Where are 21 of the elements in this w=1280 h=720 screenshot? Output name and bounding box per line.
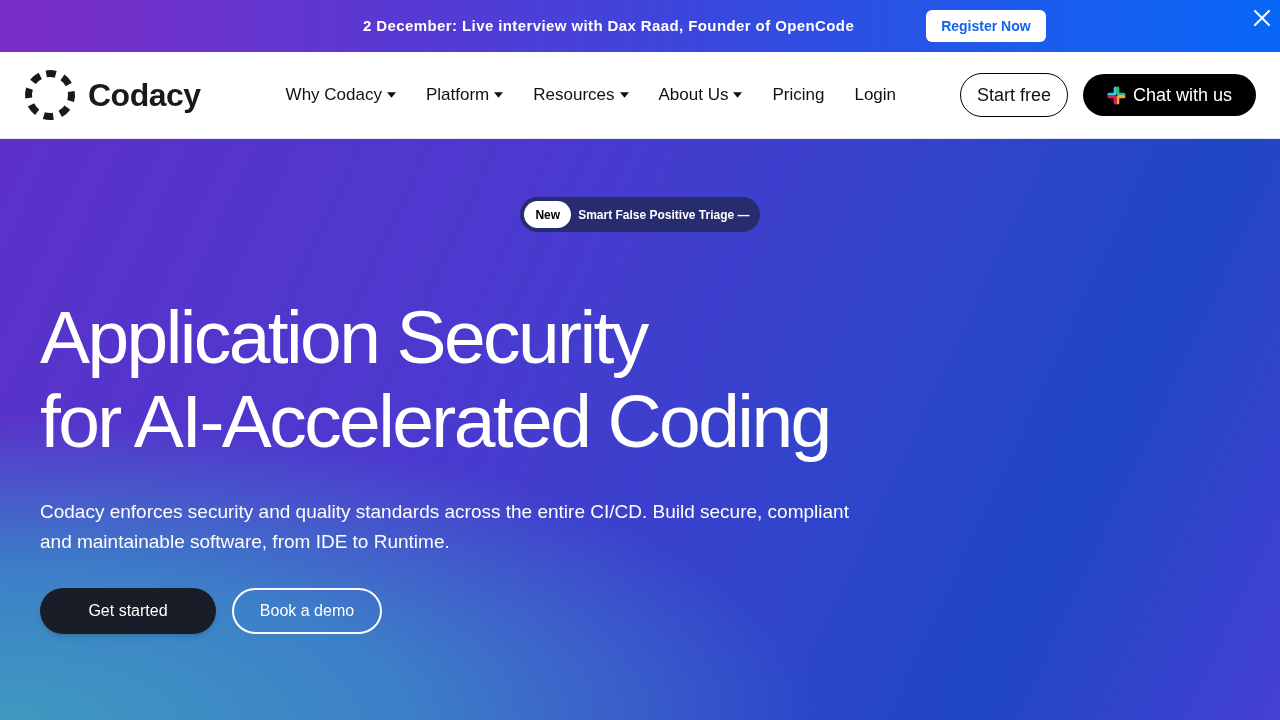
start-free-button[interactable]: Start free [959, 73, 1068, 117]
announcement-link[interactable]: Smart False Positive Triage — [578, 205, 750, 224]
nav-menu-item[interactable]: Why Codacy [285, 82, 396, 108]
nav-link[interactable]: Pricing [772, 82, 825, 108]
hash-logo-icon [1106, 85, 1126, 105]
nav-menu-item[interactable]: About Us [658, 82, 743, 108]
dashed-ring-icon [24, 69, 76, 121]
new-badge: New [524, 201, 572, 228]
nav-menu-item[interactable]: Resources [533, 82, 629, 108]
close-icon[interactable] [1254, 10, 1270, 26]
logo-wordmark[interactable]: Codacy [88, 79, 201, 111]
get-started-button[interactable]: Get started [40, 588, 216, 634]
announcement-pill[interactable]: New Smart False Positive Triage — [520, 197, 760, 232]
nav-link[interactable]: Login [854, 82, 897, 108]
nav-menu-item[interactable]: Platform [425, 82, 504, 108]
announcement-text: 2 December: Live interview with Dax Raad, Founder of OpenCode [363, 15, 855, 36]
register-button[interactable]: Register Now [926, 10, 1046, 42]
chat-button[interactable]: Chat with us [1082, 74, 1256, 116]
book-demo-button[interactable]: Book a demo [232, 588, 382, 634]
hero-title: Application Security for AI-Accelerated Coding [40, 295, 830, 463]
hero-subtitle: Codacy enforces security and quality standards across the entire CI/CD. Build secure, compliant and maintainable software, from IDE to Runtime. [40, 500, 850, 554]
